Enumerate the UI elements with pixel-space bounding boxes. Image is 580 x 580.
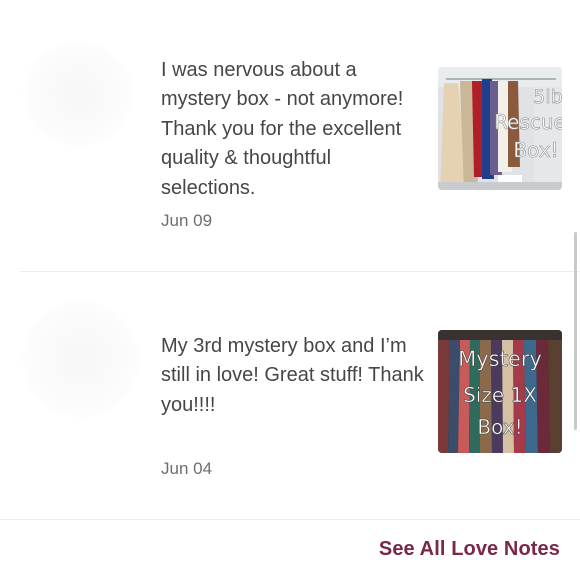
review-date: Jun 04 <box>161 459 213 478</box>
avatar[interactable] <box>22 300 140 418</box>
thumb-line-2: Size 1X <box>463 383 537 407</box>
thumb-line-3: Box! <box>513 138 558 162</box>
review-text: I was nervous about a mystery box - not … <box>161 59 404 199</box>
thumb-line-2: Rescue <box>494 110 562 134</box>
scrollbar[interactable] <box>574 232 577 430</box>
see-all-love-notes-link[interactable]: See All Love Notes <box>379 538 560 561</box>
review-date: Jun 09 <box>161 211 213 230</box>
thumb-line-1: Mystery <box>458 347 542 371</box>
divider <box>0 519 580 520</box>
thumb-line-3: Box! <box>477 415 522 439</box>
thumb-line-1: 5lb <box>533 86 562 108</box>
mystery-box-photo-icon: Mystery Size 1X Box! <box>438 330 562 453</box>
listing-thumbnail[interactable]: Mystery Size 1X Box! <box>438 330 562 453</box>
avatar[interactable] <box>22 42 134 146</box>
clothing-rack-photo-icon: 5lb Rescue Box! <box>438 67 562 190</box>
review-text: My 3rd mystery box and I’m still in love… <box>161 335 424 416</box>
listing-thumbnail[interactable]: 5lb Rescue Box! <box>438 67 562 190</box>
divider <box>20 271 580 272</box>
